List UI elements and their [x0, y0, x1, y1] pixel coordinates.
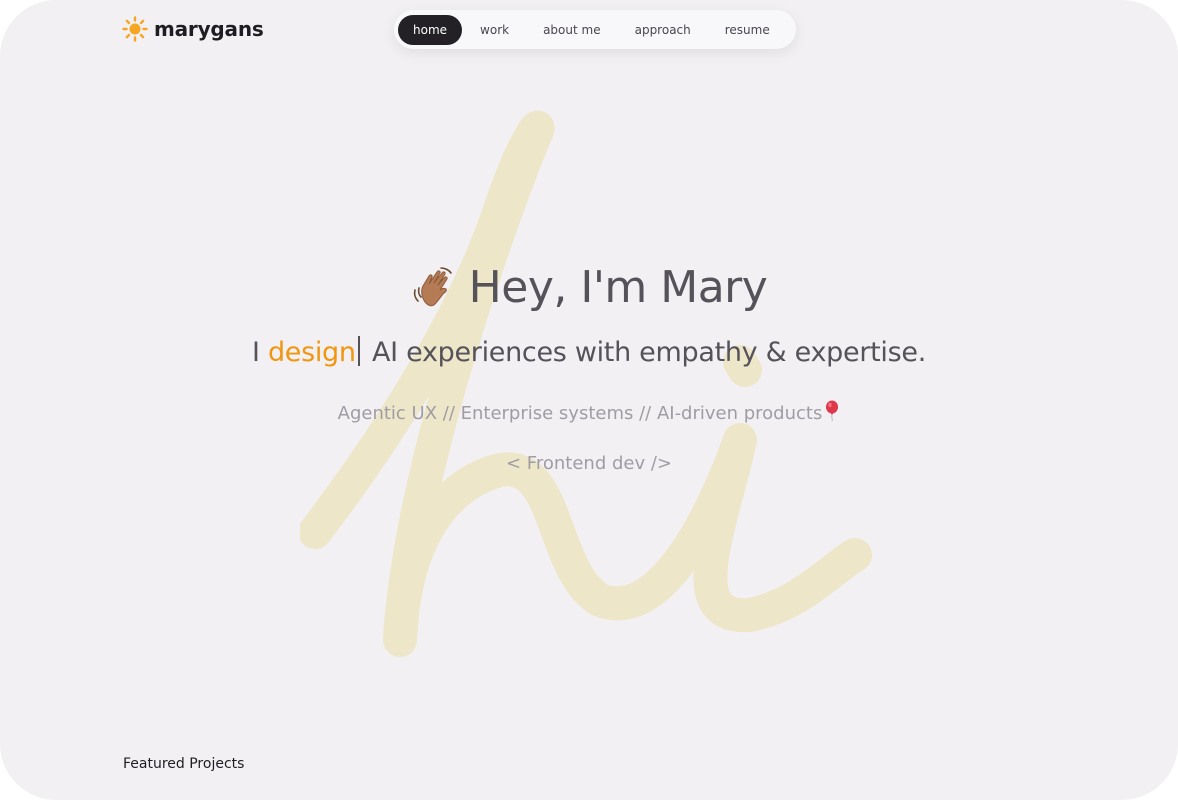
balloon-icon [826, 400, 839, 421]
nav-item-approach[interactable]: approach [619, 15, 707, 45]
sun-icon [122, 16, 148, 42]
logo-link[interactable]: marygans [122, 16, 264, 42]
tagline-accent-word: design [267, 337, 356, 368]
brand-name: marygans [154, 17, 264, 41]
hero-greeting-text: Hey, I'm Mary [468, 262, 768, 313]
specialties-text: Agentic UX // Enterprise systems // AI-d… [337, 403, 823, 424]
hero-greeting: Hey, I'm Mary [0, 262, 1178, 313]
hero-specialties: Agentic UX // Enterprise systems // AI-d… [0, 400, 1178, 424]
typing-caret [357, 336, 360, 366]
frontend-dev-label: < Frontend dev /> [506, 453, 672, 474]
hi-scribble-illustration [300, 110, 872, 657]
nav-item-about-me[interactable]: about me [527, 15, 617, 45]
tagline-suffix: AI experiences with empathy & expertise. [363, 337, 926, 368]
waving-hand-icon [413, 266, 452, 306]
nav-item-home[interactable]: home [398, 14, 463, 45]
nav-item-work[interactable]: work [464, 15, 525, 45]
main-nav: home work about me approach resume [394, 10, 796, 49]
hero-tagline: I design AI experiences with empathy & e… [0, 336, 1178, 368]
page-frame: marygans home work about me approach res… [0, 0, 1178, 800]
nav-item-resume[interactable]: resume [709, 15, 786, 45]
tagline-prefix: I [251, 337, 268, 368]
featured-projects-heading: Featured Projects [123, 756, 245, 772]
